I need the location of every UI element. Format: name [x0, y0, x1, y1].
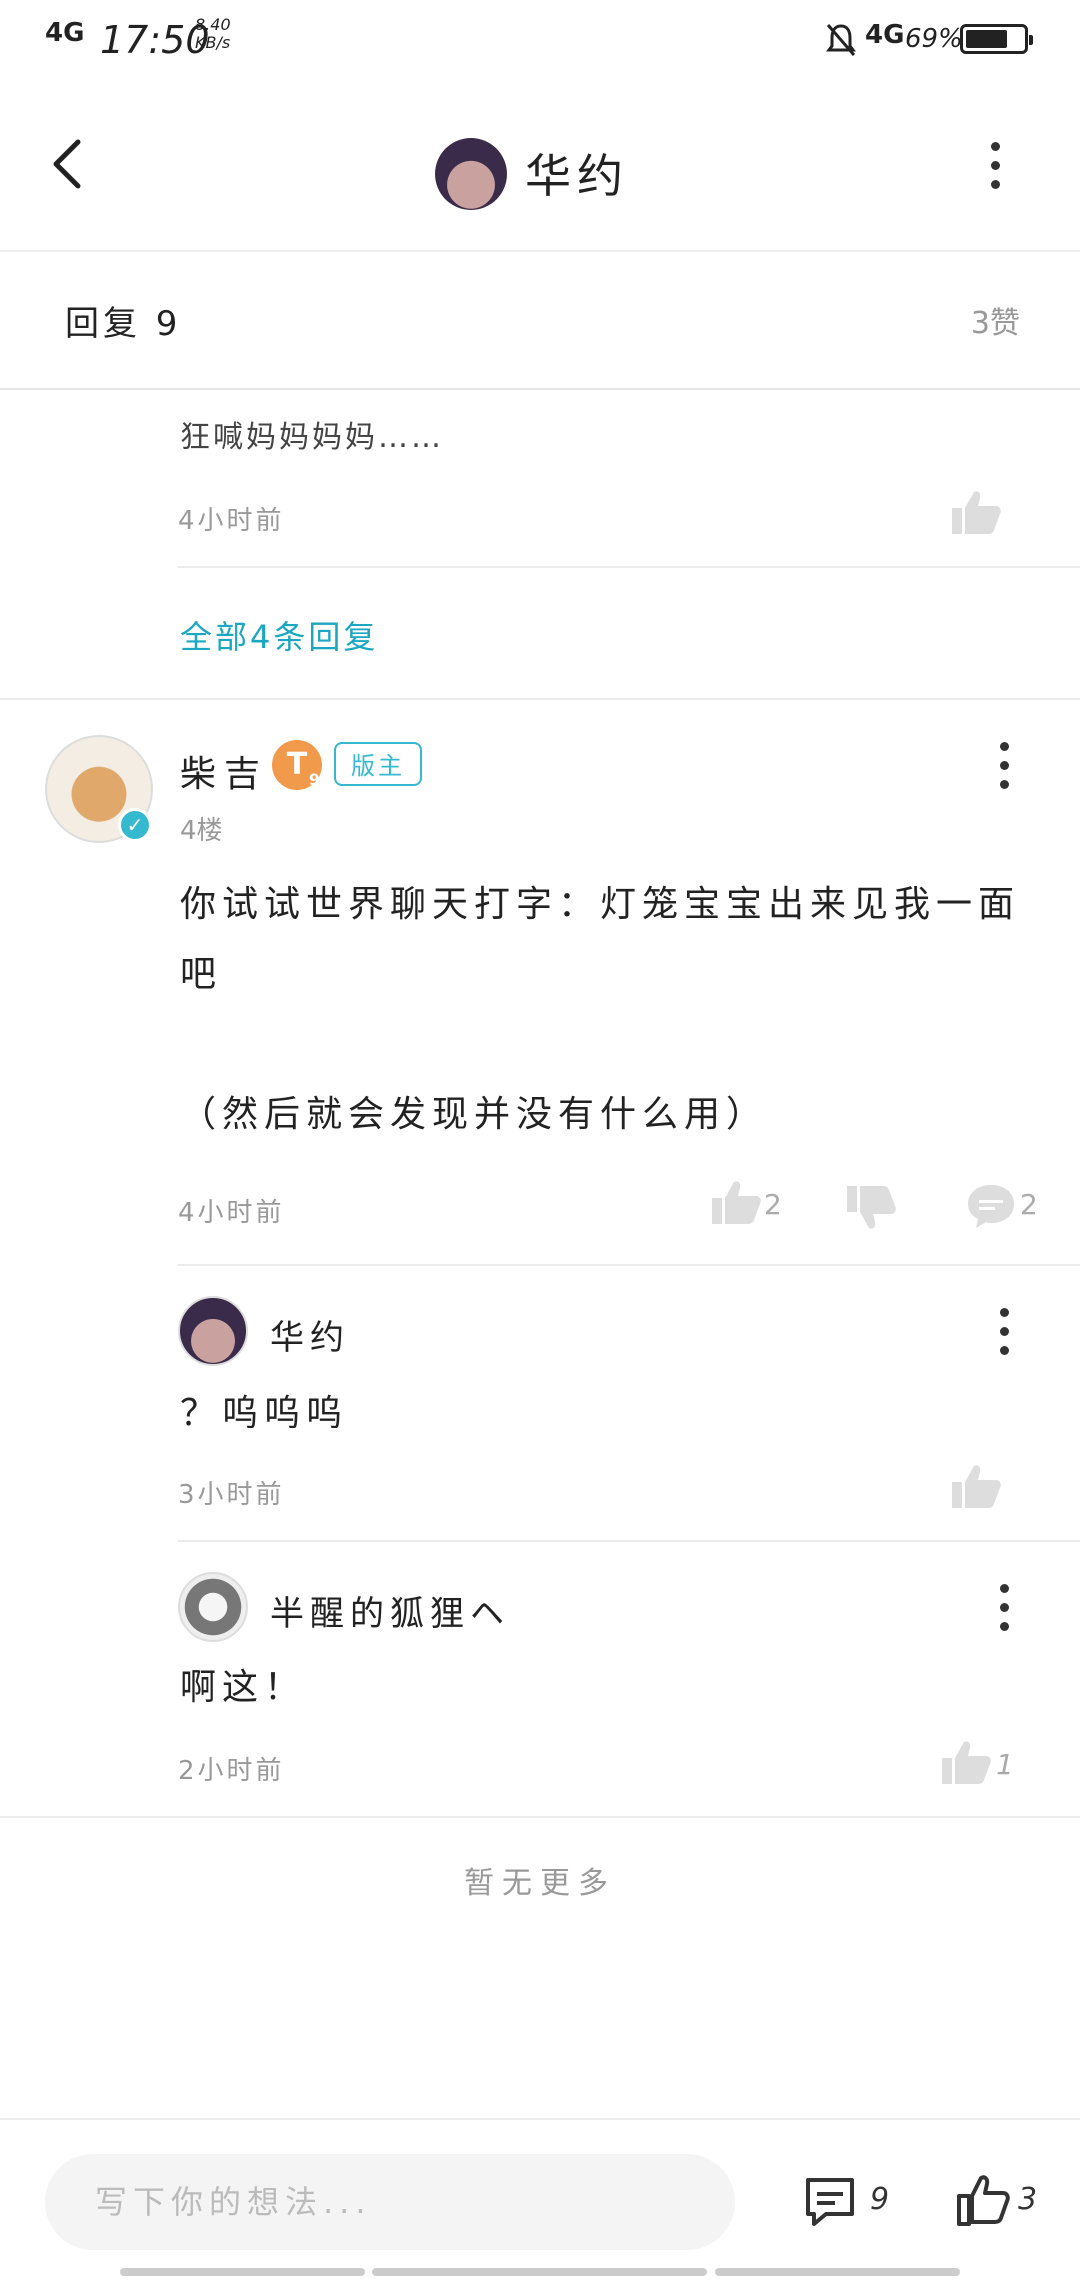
divider — [178, 566, 1080, 568]
bottom-comment-count: 9 — [870, 2182, 890, 2217]
post-body: 你试试世界聊天打字：灯笼宝宝出来见我一面吧 （然后就会发现并没有什么用） — [180, 870, 1030, 1150]
thumbs-up-icon[interactable] — [950, 1462, 1002, 1510]
comment-icon[interactable] — [965, 1182, 1017, 1230]
battery-icon — [960, 24, 1033, 54]
comment-input[interactable] — [45, 2154, 735, 2250]
thumbs-up-icon[interactable] — [940, 1738, 992, 1786]
post-time: 4小时前 — [178, 1198, 285, 1228]
comment-icon[interactable] — [802, 2174, 858, 2230]
battery-percent: 69% — [905, 24, 963, 54]
network-speed-value: 8.40 — [195, 15, 231, 34]
like-total[interactable]: 3赞 — [971, 298, 1020, 342]
top-app-bar: 华约 — [0, 80, 1080, 252]
level-badge: T 9 — [272, 740, 322, 790]
reply-time: 2小时前 — [178, 1756, 285, 1786]
divider — [0, 698, 1080, 700]
reply-text: ？呜呜呜 — [180, 1393, 349, 1434]
thumbs-up-icon[interactable] — [710, 1178, 762, 1226]
more-vertical-icon[interactable] — [994, 1584, 1014, 1640]
reply-text: 啊这！ — [180, 1667, 307, 1708]
thumbs-up-icon[interactable] — [955, 2172, 1011, 2228]
verified-icon: ✓ — [118, 808, 152, 842]
reply-username[interactable]: 半醒的狐狸ヘ — [270, 1586, 510, 1635]
page-title: 华约 — [525, 149, 629, 203]
status-bar: 4G 17:50 8.40 KB/s 4G 69% — [0, 0, 1080, 80]
more-vertical-icon[interactable] — [980, 142, 1010, 202]
network-speed-unit: KB/s — [195, 33, 231, 52]
reply-avatar[interactable] — [178, 1296, 248, 1366]
sub-reply-time: 4小时前 — [178, 506, 285, 536]
divider — [0, 1816, 1080, 1818]
more-vertical-icon[interactable] — [994, 742, 1014, 798]
author-avatar[interactable] — [435, 138, 507, 210]
thumbs-down-icon[interactable] — [845, 1184, 897, 1232]
reply-username[interactable]: 华约 — [270, 1310, 350, 1359]
silent-bell-icon — [826, 24, 856, 56]
end-of-list-label: 暂无更多 — [464, 1866, 616, 1901]
post-body-line: （然后就会发现并没有什么用） — [180, 1094, 769, 1135]
thumbs-up-icon[interactable] — [950, 488, 1002, 536]
network-indicator-right: 4G — [865, 20, 905, 50]
reply-count: 回复 9 — [65, 304, 182, 344]
post-username[interactable]: 柴吉 — [180, 745, 268, 797]
more-vertical-icon[interactable] — [994, 1308, 1014, 1364]
reply-summary-bar: 回复 9 3赞 — [0, 252, 1080, 390]
scroll-indicator — [715, 2268, 960, 2276]
clock: 17:50 — [100, 18, 210, 62]
floor-number: 4楼 — [180, 816, 223, 846]
bottom-action-bar: 9 3 — [0, 2118, 1080, 2282]
reply-avatar[interactable] — [178, 1572, 248, 1642]
divider — [178, 1540, 1080, 1542]
scroll-indicator — [120, 2268, 365, 2276]
like-count: 1 — [996, 1748, 1014, 1781]
level-badge-letter: T — [286, 747, 308, 782]
reply-time: 3小时前 — [178, 1480, 285, 1510]
level-badge-number: 9 — [308, 770, 320, 789]
like-count: 2 — [764, 1188, 782, 1221]
comment-count: 2 — [1020, 1188, 1038, 1221]
bottom-like-count: 3 — [1018, 2182, 1038, 2217]
network-indicator-left: 4G — [45, 18, 85, 48]
sub-reply-text: 狂喊妈妈妈妈…… — [180, 420, 444, 455]
moderator-badge: 版主 — [334, 742, 422, 786]
network-speed: 8.40 KB/s — [195, 16, 231, 52]
scroll-indicator — [372, 2268, 707, 2276]
divider — [178, 1264, 1080, 1266]
back-arrow-icon[interactable] — [40, 134, 100, 194]
all-replies-link[interactable]: 全部4条回复 — [180, 612, 378, 658]
post-body-line: 你试试世界聊天打字：灯笼宝宝出来见我一面吧 — [180, 884, 1021, 995]
